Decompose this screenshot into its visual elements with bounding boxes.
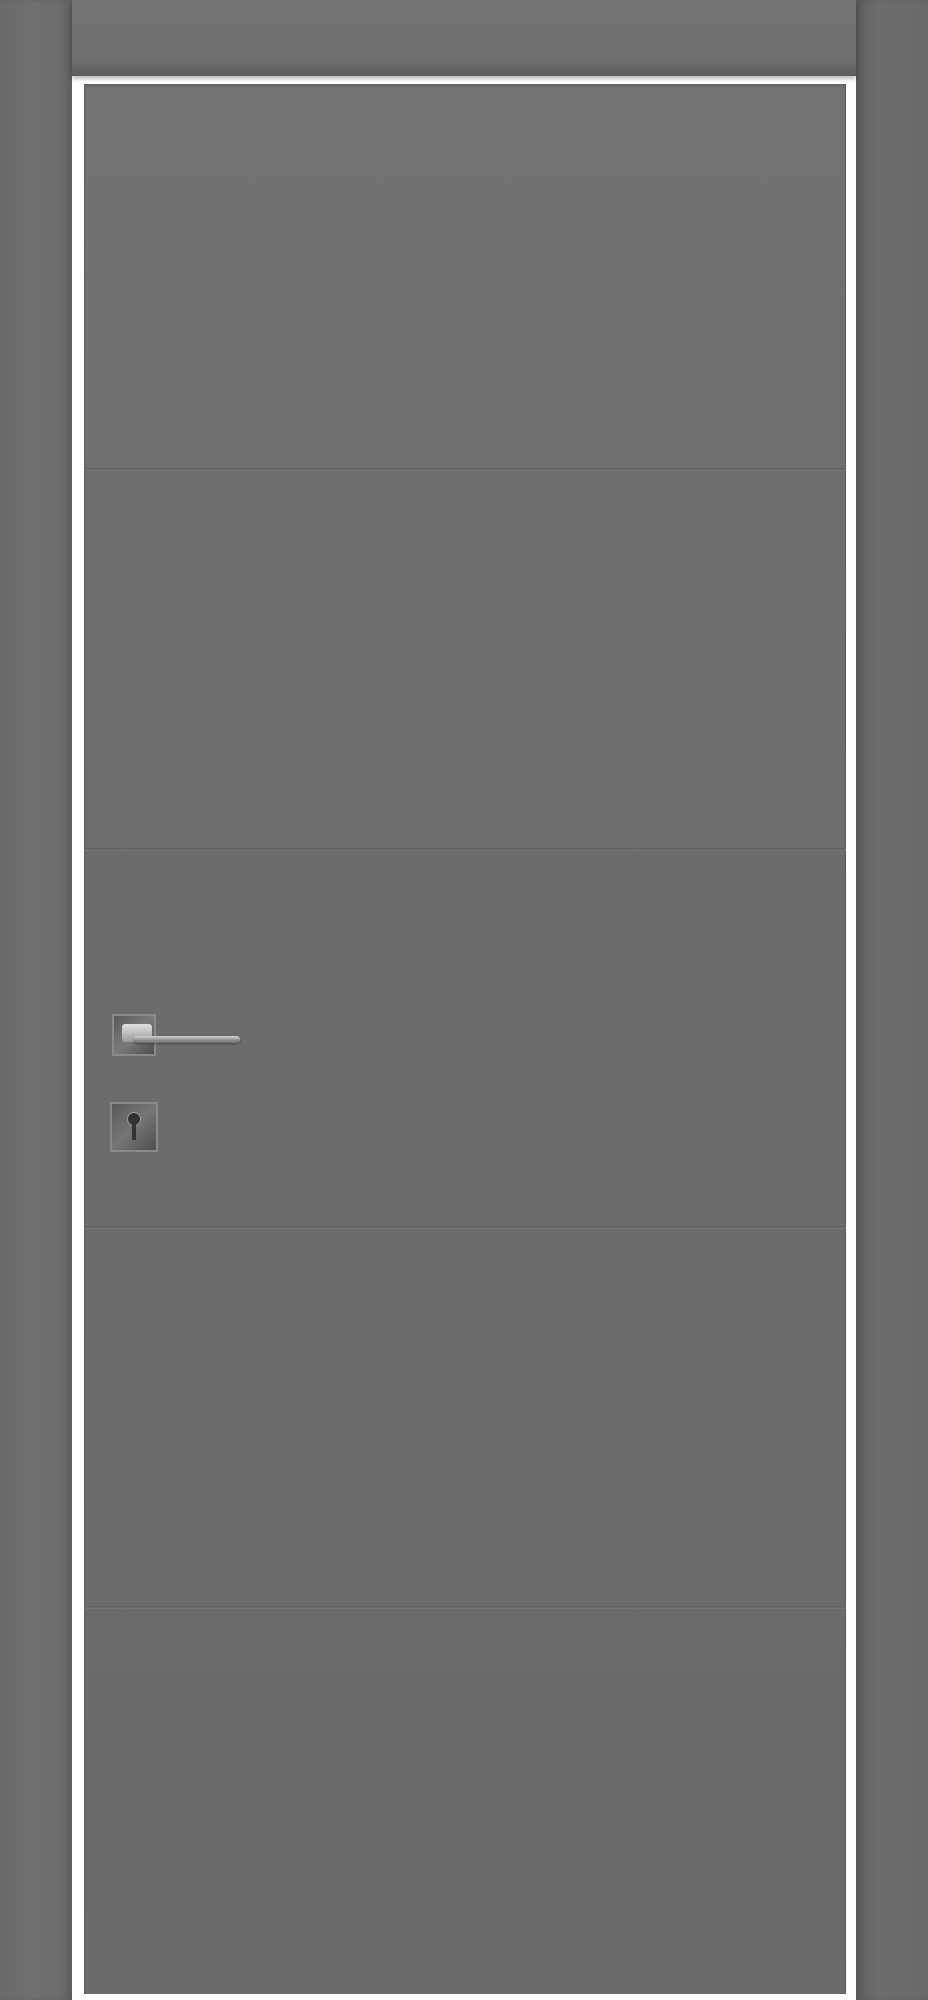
keyhole-stem	[132, 1122, 136, 1140]
panel-groove	[84, 1606, 846, 1609]
handle-lever[interactable]	[134, 1036, 240, 1043]
panel-groove	[84, 848, 846, 851]
panel-groove	[84, 468, 846, 471]
door-frame-lintel	[72, 0, 856, 76]
door-leaf[interactable]	[84, 84, 846, 1994]
door-frame-left-jamb	[0, 0, 72, 2000]
door-frame-right-jamb	[856, 0, 928, 2000]
door-scene	[0, 0, 928, 2000]
panel-groove	[84, 1226, 846, 1229]
